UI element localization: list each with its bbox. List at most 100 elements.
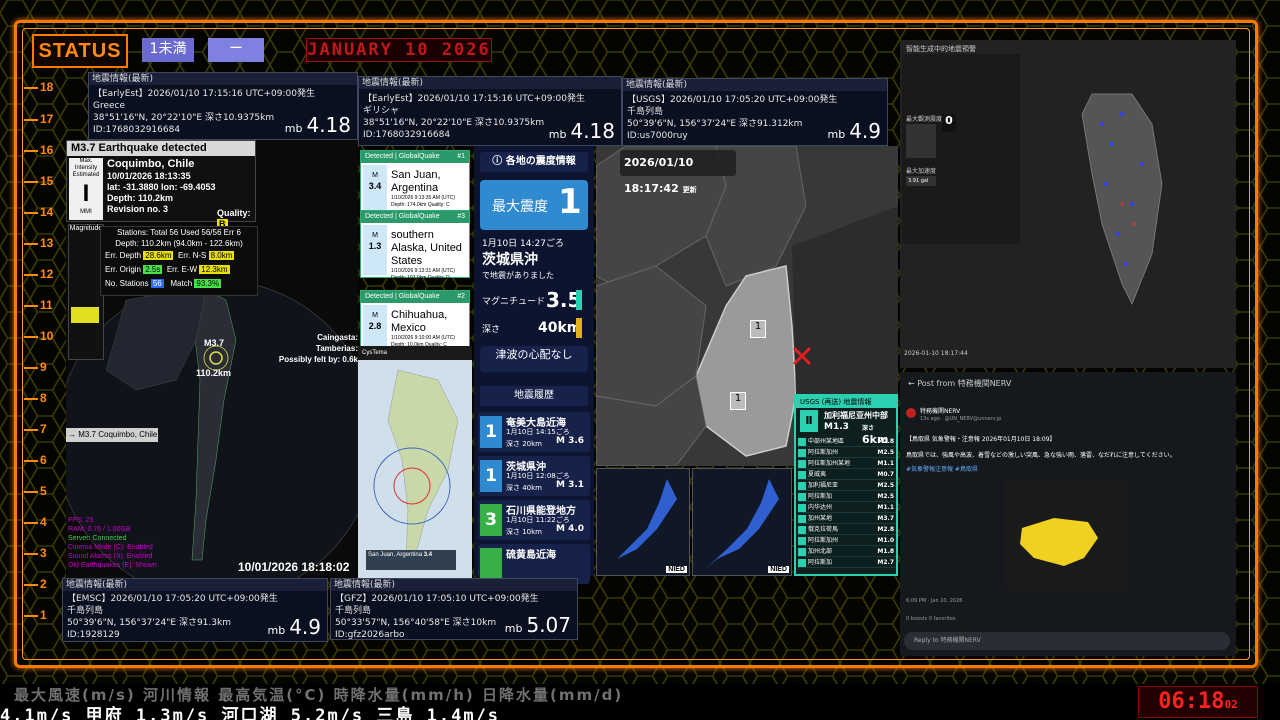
tottori-map: [1020, 518, 1098, 566]
history-item[interactable]: 1 奄美大島近海 1月10日 14:15ごろ 深さ 20km M 3.6: [478, 412, 590, 452]
source-line: 【USGS】2026/01/10 17:05:20 UTC+09:00発生: [627, 95, 838, 105]
detect-details: Coquimbo, Chile 10/01/2026 18:13:35 lat:…: [107, 158, 255, 215]
card-tag: Detected | GlobalQuake #3: [361, 211, 469, 223]
scale-tick: 15: [24, 174, 68, 188]
quake-info-panel: 地震情報(最新) 【GFZ】2026/01/10 17:05:10 UTC+09…: [330, 578, 578, 640]
taiwan-eew-panel[interactable]: 智能生成中的地震預警 最大觀測震度 0 最大加速度 3.91 gal 2026-…: [900, 40, 1236, 368]
quake-tag[interactable]: → M3.7 Coquimbo, Chile: [66, 428, 158, 442]
scale-tick: 6: [24, 453, 68, 467]
history-depth: 深さ 40km: [506, 484, 543, 492]
map-mag-label: M3.7: [204, 338, 225, 348]
ram-text: RAM: 0.76 / 1.00GB: [68, 526, 131, 533]
source-line: 【EarlyEst】2026/01/10 17:15:16 UTC+09:00発…: [93, 89, 315, 99]
history-intensity: 1: [480, 460, 502, 492]
usgs-row[interactable]: 内华达州 M1.1: [798, 502, 896, 513]
scale-tick: 13: [24, 236, 68, 250]
gal-value: 3.91 gal: [906, 176, 936, 186]
intensity-badge: Max. Intensity Estimated I MMI: [69, 158, 103, 220]
post-author: 特務機関NERV: [920, 408, 961, 415]
history-item[interactable]: 3 石川県能登地方 1月10日 11:22ごろ 深さ 10km M 4.0: [478, 500, 590, 540]
quake-info-panel: 地震情報(最新) 【EMSC】2026/01/10 17:05:20 UTC+0…: [62, 578, 328, 642]
usgs-row[interactable]: 中部州某地區 M2.8: [798, 436, 896, 447]
max-intensity-label: 最大震度: [492, 199, 548, 215]
nied-logo: NIED: [768, 566, 789, 573]
server-text: Server: Connected: [68, 535, 127, 542]
japan-minimap: [705, 479, 779, 569]
panel-header: 地震情報(最新): [331, 579, 577, 591]
usgs-row[interactable]: 阿拉斯加州 M1.0: [798, 535, 896, 546]
cystema-label: CysTema: [358, 346, 472, 360]
intensity-label: Max. Intensity Estimated: [72, 158, 100, 178]
globalquake-card[interactable]: Detected | GlobalQuake #3 M 1.3 southern Ala…: [360, 210, 470, 281]
sound-text: Sound Alarms (S): Enabled: [68, 553, 153, 560]
detect-latlon: lat: -31.3880 lon: -69.4053: [107, 182, 216, 192]
histogram-bar: [71, 307, 99, 323]
reply-input[interactable]: Reply to 特務機関NERV: [904, 632, 1230, 650]
usgs-row[interactable]: 加州北部 M1.8: [798, 546, 896, 557]
scale-tick: 7: [24, 422, 68, 436]
scale-tick: 16: [24, 143, 68, 157]
max-label: 最大觀測震度: [906, 116, 943, 123]
status-chip-level: ー: [208, 38, 264, 62]
history-depth: 深さ 10km: [506, 528, 543, 536]
quake-info-panel: 地震情報(最新) 【USGS】2026/01/10 17:05:20 UTC+0…: [622, 78, 888, 146]
scale-tick: 18: [24, 80, 68, 94]
post-body-2: 鳥取県では、強風や高波、着雪などの激しい突風、急な強い雨、落雷、なだれに注意して…: [906, 452, 1176, 459]
history-mag: M 3.1: [556, 480, 585, 490]
usgs-row[interactable]: 夏威夷 M0.7: [798, 469, 896, 480]
usgs-row[interactable]: 加利福尼亚 M2.5: [798, 480, 896, 491]
taiwan-map: [1081, 93, 1163, 305]
intensity-marker: 1: [750, 320, 766, 338]
magnitude-label: Magnitude: [69, 225, 103, 232]
detect-time: 10/01/2026 18:13:35: [107, 171, 191, 181]
scale-tick: 14: [24, 205, 68, 219]
usgs-row[interactable]: 俄克拉荷馬 M2.8: [798, 524, 896, 535]
scale-tick: 9: [24, 360, 68, 374]
system-status: FPS: 23 RAM: 0.76 / 1.00GB Server: Conne…: [68, 516, 157, 570]
usgs-title: USGS (再送) 地震情報: [796, 396, 896, 408]
history-mag: M 3.6: [556, 436, 585, 446]
post-tags[interactable]: #気象警報注意報 #鳥取県: [906, 464, 978, 473]
scale-tick: 12: [24, 267, 68, 281]
max-intensity-box: 最大震度 1: [480, 180, 588, 230]
intensity-value: I: [82, 180, 90, 207]
quake-info-panel: 地震情報(最新) 【EarlyEst】2026/01/10 17:15:16 U…: [358, 76, 622, 146]
depth-range-line: Depth: 110.2km (94.0km - 122.6km): [115, 239, 243, 248]
usgs-row[interactable]: 加州某地 M3.7: [798, 513, 896, 524]
taiwan-stats: 最大觀測震度 0 最大加速度 3.91 gal: [902, 54, 1020, 244]
globalquake-view[interactable]: M3.7 Earthquake detected Max. Intensity …: [66, 140, 358, 578]
cystema-map[interactable]: CysTema San Juan, Argentina 3.4: [358, 346, 472, 578]
post-header: ← Post from 特務機関NERV: [908, 379, 1012, 388]
usgs-row[interactable]: 阿拉斯加州某地 M1.1: [798, 458, 896, 469]
source-line: 【EarlyEst】2026/01/10 17:15:16 UTC+09:00発…: [363, 94, 585, 104]
digital-clock: 06:1802: [1138, 686, 1258, 718]
source-line: 【EMSC】2026/01/10 17:05:20 UTC+09:00発生: [67, 594, 278, 604]
depth-label: 深さ: [482, 325, 501, 335]
usgs-row[interactable]: 阿拉斯加 M2.7: [798, 557, 896, 568]
jp-panel-title: ⓘ 各地の震度情報: [480, 152, 588, 172]
card-place: southern Alaska, United States 1/10/2026 …: [391, 229, 462, 281]
intensity-marker: 1: [730, 392, 746, 410]
globalquake-card[interactable]: Detected | GlobalQuake #1 M 3.4 San Juan, Ar…: [360, 150, 470, 218]
err-row-3: No. Stations 56 Match 93.3%: [105, 279, 222, 288]
date-display: JANUARY 10 2026: [306, 38, 492, 62]
usgs-row[interactable]: 阿拉斯加州 M2.5: [798, 447, 896, 458]
south-america-map: [373, 369, 459, 561]
history-item[interactable]: 1 茨城県沖 1月10日 12:08ごろ 深さ 40km M 3.1: [478, 456, 590, 496]
history-mag: M 4.0: [556, 524, 585, 534]
map-timestamp: 2026/01/10 18:17:42 更新: [620, 150, 736, 195]
japan-minimap: [607, 479, 677, 569]
tsunami-notice: 津波の心配なし: [480, 346, 588, 372]
usgs-row[interactable]: 阿拉斯加 M2.5: [798, 491, 896, 502]
magnitude-value: mb 4.9: [827, 119, 881, 143]
stations-line: Stations: Total 56 Used 56/56 Err 6: [117, 228, 241, 237]
scale-tick: 10: [24, 329, 68, 343]
map-depth-label: 110.2km: [196, 368, 232, 378]
detect-depth: Depth: 110.2km: [107, 193, 174, 203]
usgs-mag: M1.3: [824, 422, 849, 432]
view-clock: 10/01/2026 18:18:02: [238, 560, 350, 574]
magnitude-value: mb 5.07: [504, 613, 571, 637]
place-line: Greece: [93, 101, 126, 111]
nerv-post[interactable]: ← Post from 特務機関NERV 特務機関NERV 13s ago · …: [900, 372, 1236, 656]
quake-region: 茨城県沖: [482, 252, 538, 268]
